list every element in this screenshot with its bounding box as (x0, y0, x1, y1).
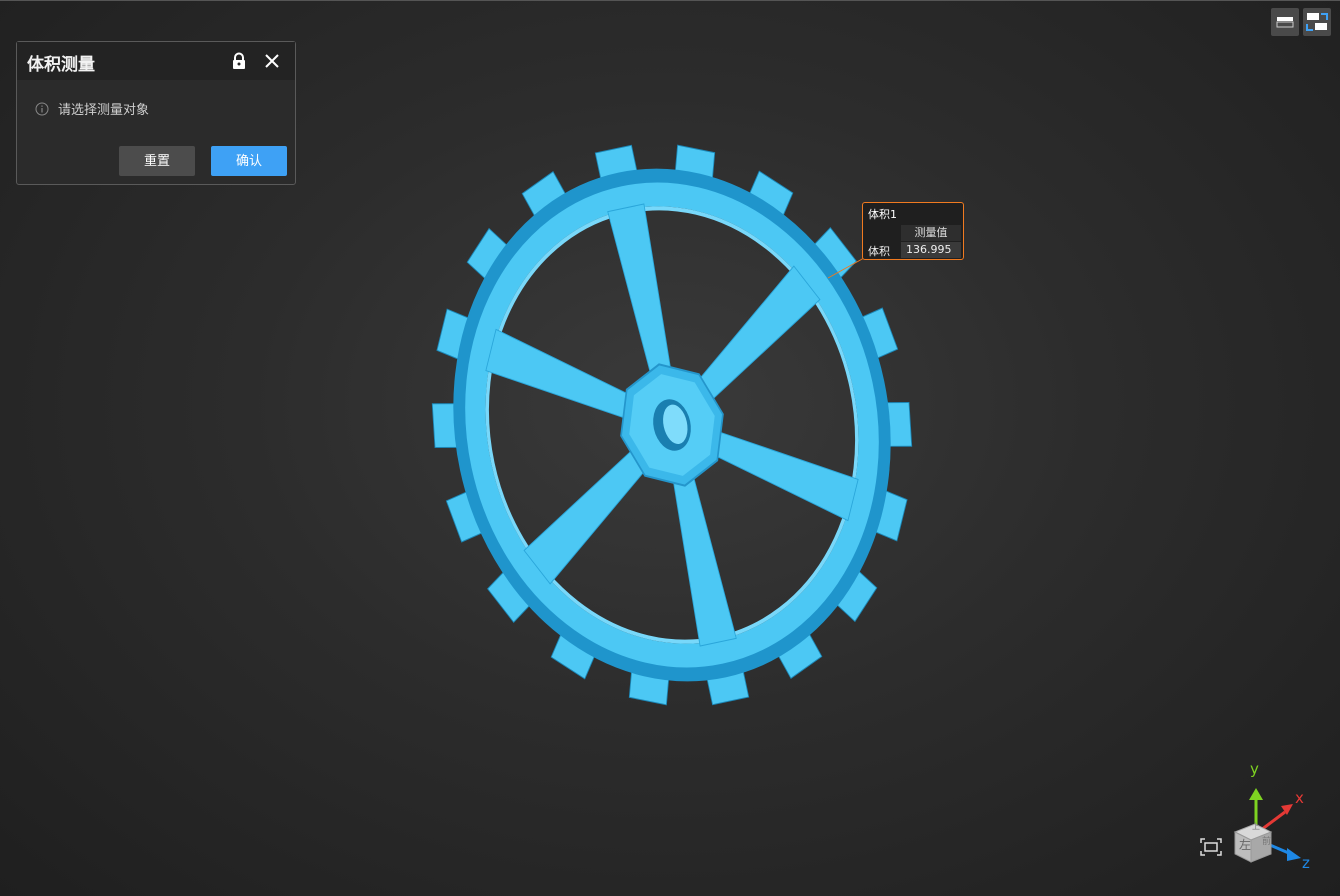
close-icon[interactable] (262, 51, 282, 71)
fit-view-icon[interactable] (1200, 838, 1222, 856)
split-view-icon (1306, 13, 1328, 31)
callout-title: 体积1 (868, 208, 897, 221)
info-icon (35, 102, 49, 115)
view-toggle-icon (1276, 17, 1294, 28)
axis-x-label: x (1295, 789, 1304, 807)
callout-column-header: 测量值 (901, 225, 961, 241)
callout-row-label: 体积 (868, 245, 890, 258)
measurement-callout[interactable]: 体积1 测量值 体积 136.995 (862, 202, 964, 260)
reset-button[interactable]: 重置 (119, 146, 195, 176)
callout-row-value: 136.995 (901, 242, 961, 258)
hint-text: 请选择测量对象 (58, 103, 150, 118)
view-cube-face-top: 上 (1252, 822, 1260, 831)
lock-icon[interactable] (230, 52, 248, 70)
axis-y-label: y (1250, 760, 1259, 778)
hint-row: 请选择测量对象 (35, 99, 149, 118)
volume-measure-dialog: 体积测量 请选择测量对象 重置 确认 (16, 41, 296, 185)
split-view-button[interactable] (1303, 8, 1331, 36)
view-toggle-button[interactable] (1271, 8, 1299, 36)
axis-gizmo[interactable] (1225, 780, 1325, 876)
view-cube-face-front: 左 (1239, 838, 1252, 852)
confirm-button[interactable]: 确认 (211, 146, 287, 176)
dialog-header[interactable]: 体积测量 (17, 42, 295, 80)
dialog-title: 体积测量 (27, 55, 95, 75)
gear-model[interactable] (382, 100, 962, 750)
axis-z-label: z (1302, 854, 1310, 872)
view-cube-face-side: 前 (1262, 837, 1272, 847)
